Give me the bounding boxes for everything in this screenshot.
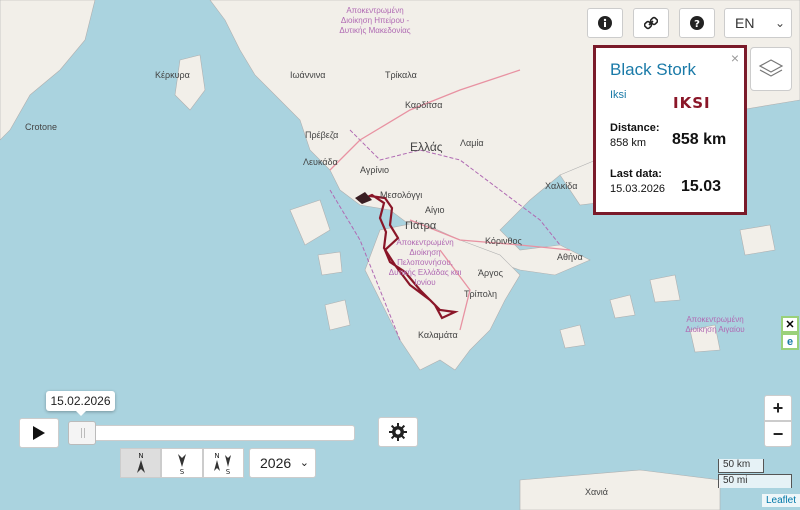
last-data-value: 15.03.2026: [610, 183, 666, 195]
chevron-down-icon: ⌄: [774, 16, 785, 30]
south-letter: S: [180, 468, 185, 475]
chevron-down-icon: ⌄: [299, 457, 309, 469]
language-value: EN: [735, 15, 755, 31]
layers-button[interactable]: [750, 47, 792, 91]
side-tag-close[interactable]: ✕: [781, 316, 799, 333]
language-select[interactable]: EN ⌄: [724, 8, 792, 38]
layers-icon: [758, 59, 784, 77]
both-north-letter: N: [215, 452, 220, 460]
gear-icon: [389, 423, 407, 441]
last-data-label: Last data:: [610, 168, 662, 180]
distance-label: Distance:: [610, 122, 660, 134]
info-icon: [598, 16, 612, 30]
zoom-in-button[interactable]: +: [764, 395, 792, 421]
direction-south-button[interactable]: S: [161, 448, 203, 478]
distance-big: 858 km: [672, 131, 727, 148]
scale-mi: 50 mi: [718, 474, 792, 488]
scale-km: 50 km: [718, 459, 764, 473]
help-icon: ?: [690, 16, 704, 30]
both-south-letter: S: [226, 468, 231, 475]
zoom-out-button[interactable]: −: [764, 421, 792, 447]
close-icon[interactable]: ×: [731, 50, 739, 66]
side-tag-e[interactable]: e: [781, 333, 799, 350]
south-arrow-icon: S: [177, 454, 186, 475]
timeline-date-label: 15.02.2026: [46, 391, 115, 416]
iksi-logo: IKSI: [673, 94, 711, 112]
north-arrow-icon: N: [136, 452, 145, 473]
both-arrows-icon: NS: [214, 452, 232, 475]
bird-info-popup: × Black Stork Iksi IKSI Distance: 858 km…: [593, 45, 747, 215]
settings-button[interactable]: [378, 417, 418, 447]
play-button[interactable]: [19, 418, 59, 448]
distance-value: 858 km: [610, 137, 647, 149]
attribution-link[interactable]: Leaflet: [762, 494, 800, 507]
north-letter: N: [138, 452, 143, 460]
direction-both-button[interactable]: NS: [202, 448, 244, 478]
link-button[interactable]: [633, 8, 669, 38]
link-icon: [644, 16, 658, 30]
help-button[interactable]: ?: [679, 8, 715, 38]
info-button[interactable]: [587, 8, 623, 38]
bird-name: Black Stork: [610, 60, 696, 79]
svg-text:?: ?: [694, 19, 700, 30]
direction-toggle-group: N S NS: [120, 448, 244, 478]
close-circle-icon: ✕: [785, 319, 795, 331]
play-icon: [33, 426, 45, 440]
year-value: 2026: [260, 455, 292, 471]
year-select[interactable]: 2026 ⌄: [249, 448, 316, 478]
direction-north-button[interactable]: N: [120, 448, 162, 478]
timeline-handle[interactable]: [68, 421, 96, 445]
e-icon: e: [786, 335, 794, 348]
timeline-track[interactable]: [68, 425, 355, 441]
bird-org[interactable]: Iksi: [610, 89, 627, 101]
last-data-big: 15.03: [681, 178, 722, 195]
